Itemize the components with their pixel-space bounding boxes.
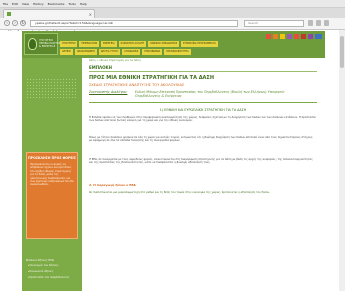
announcement-title: ΠΡΟΣΚΛΗΣΗ ΠΡΟΣ ΦΟΡΕΙΣ — [28, 156, 76, 160]
section-label: ΕΜΠΛΟΚΗ — [89, 65, 113, 70]
nav-item[interactable]: ΧΩΡΙΚΟΣ ΣΧΕΔΙΑΣΜΟΣ — [148, 41, 180, 47]
address-bar[interactable]: ypeka.gr/Default.aspx?tabid=150&language… — [30, 20, 238, 27]
responsible-label[interactable]: Συντονιστής Διαλόγου: — [89, 90, 127, 94]
paragraph: Η Ελλάδα οφείλει εκ των συνθηκών στην πε… — [89, 116, 316, 123]
favicon-icon — [7, 12, 11, 16]
sidebar-list: Οικονομία του δάσους Κοινωνικοί άξονες Π… — [28, 264, 78, 282]
main-content: δάση > εθνική στρατηγική για τα δάση ΕΜΠ… — [85, 58, 322, 291]
logo-text: ΥΠΟΥΡΓΕΙΟ ΠΕΡΙΒΑΛΛΟΝΤΟΣ & ΕΝΕΡΓΕΙΑΣ — [39, 39, 61, 48]
section-heading: 2. Η παραγωγή ξύλου ο ΕΕΔ — [89, 183, 136, 187]
browser-tab[interactable]: ypaa.gr/εθνική στρατηγική για τα δάση × — [3, 9, 95, 31]
social-icon-5[interactable] — [294, 34, 299, 39]
home-icon[interactable] — [324, 20, 329, 26]
nav-item[interactable]: ΥΠΟΥΡΓΕΙΟ — [60, 41, 78, 47]
document-title: 1) ΕΘΝΙΚΗ ΚΑΙ ΕΥΡΩΠΑΪΚΗ ΣΤΡΑΤΗΓΙΚΗ ΓΙΑ Τ… — [159, 108, 247, 112]
sidebar-heading: Βασικοί άξονες ΕΣΔ — [26, 258, 54, 262]
navigation-bar: ‹ › ↻ ypeka.gr/Default.aspx?tabid=150&la… — [0, 18, 345, 30]
social-icon-4[interactable] — [287, 34, 292, 39]
scrollbar-thumb[interactable] — [340, 36, 344, 68]
menu-file[interactable]: File — [3, 2, 8, 6]
breadcrumb[interactable]: δάση > εθνική στρατηγική για τα δάση — [89, 59, 141, 62]
page-subtitle: ΣΧΕΔΙΟ ΣΤΡΑΤΗΓΙΚΗΣ ΑΝΑΠΤΥΞΗΣ ΤΟΥ ΑΚΟΛΟΥΘ… — [89, 83, 185, 87]
menu-bar: File Edit View History Bookmarks Tools H… — [0, 0, 345, 8]
toolbar-icons — [308, 20, 329, 26]
nav-item[interactable]: ΕΝΕΡΓΕΙΑ — [101, 41, 117, 47]
download-icon[interactable] — [316, 20, 321, 26]
emblem-icon — [28, 38, 37, 50]
scrollbar[interactable] — [339, 30, 345, 291]
search-input[interactable]: Search — [244, 20, 304, 27]
nav-item[interactable]: ΔΕΛΤΙΑ ΤΥΠΟΥ — [98, 49, 121, 55]
site-logo[interactable]: ΥΠΟΥΡΓΕΙΟ ΠΕΡΙΒΑΛΛΟΝΤΟΣ & ΕΝΕΡΓΕΙΑΣ — [24, 33, 61, 55]
menu-history[interactable]: History — [33, 2, 44, 6]
nav-item[interactable]: ΑΡΧΕΙΟ — [60, 49, 73, 55]
header-icons — [266, 34, 313, 39]
social-icon-6[interactable] — [301, 34, 306, 39]
forward-icon[interactable]: › — [12, 20, 18, 26]
menu-bookmarks[interactable]: Bookmarks — [48, 2, 65, 6]
menu-help[interactable]: Help — [80, 2, 87, 6]
nav-item[interactable]: ΠΕΡΙΒΑΛΛΟΝ — [79, 41, 100, 47]
divider — [89, 102, 317, 103]
website: ΥΠΟΥΡΓΕΙΟ ΠΕΡΙΒΑΛΛΟΝΤΟΣ & ΕΝΕΡΓΕΙΑΣ ΥΠΟΥ… — [22, 31, 325, 291]
close-tab-icon[interactable]: × — [89, 12, 92, 17]
site-header: ΥΠΟΥΡΓΕΙΟ ΠΕΡΙΒΑΛΛΟΝΤΟΣ & ΕΝΕΡΓΕΙΑΣ ΥΠΟΥ… — [22, 31, 325, 58]
reload-icon[interactable]: ↻ — [20, 20, 26, 26]
main-nav: ΥΠΟΥΡΓΕΙΟ ΠΕΡΙΒΑΛΛΟΝ ΕΝΕΡΓΕΙΑ ΚΛΙΜΑΤΙΚΗ … — [60, 41, 322, 47]
back-icon[interactable]: ‹ — [4, 20, 10, 26]
nav-item[interactable]: ΕΠΙΚΟΙΝΩΝΙΑ — [142, 49, 163, 55]
nav-item[interactable]: ΠΡΟΣΒΑΣΙΜΟΤΗΤΑ — [164, 49, 191, 55]
paragraph: Η ΕΕΔ, σε συνεργασία με τους αρμόδιους φ… — [89, 158, 313, 165]
nav-item[interactable]: ΑΠΟΦΑΣΕΙΣ — [122, 49, 141, 55]
social-icon-7[interactable] — [308, 34, 313, 39]
nav-item[interactable]: ΚΛΙΜΑΤΙΚΗ ΑΛΛΑΓΗ — [118, 41, 147, 47]
announcement-text: Προσκαλούνται οι φορείς να υποβάλουν σχό… — [30, 163, 74, 187]
responsible-text: Ειδική Μόνιμη Επιτροπή Προστασίας του Πε… — [135, 90, 285, 99]
language-button[interactable] — [315, 34, 322, 39]
social-icon-1[interactable] — [266, 34, 271, 39]
paragraph: Ως διαπιστώνεται μια μικροσυμμετοχή στο … — [89, 191, 270, 194]
nav-item[interactable]: ΑΝΑΚΟΙΝΩΣΕΙΣ — [74, 49, 97, 55]
menu-edit[interactable]: Edit — [12, 2, 18, 6]
menu-tools[interactable]: Tools — [68, 2, 75, 6]
nav-item[interactable]: ΕΥΡΩΠΑΪΚΑ ΠΡΟΓΡΑΜΜΑΤΑ — [181, 41, 218, 47]
sidebar-item[interactable]: Προστασία του περιβάλλοντος — [28, 276, 78, 279]
page-title: ΠΡΟΣ ΜΙΑ ΕΘΝΙΚΗ ΣΤΡΑΤΗΓΙΚΗ ΓΙΑ ΤΑ ΔΑΣΗ — [89, 75, 215, 81]
sidebar-item[interactable]: Κοινωνικοί άξονες — [28, 270, 78, 273]
menu-view[interactable]: View — [22, 2, 29, 6]
secondary-nav: ΑΡΧΕΙΟ ΑΝΑΚΟΙΝΩΣΕΙΣ ΔΕΛΤΙΑ ΤΥΠΟΥ ΑΠΟΦΑΣΕ… — [60, 49, 322, 55]
announcement-box[interactable]: ΠΡΟΣΚΛΗΣΗ ΠΡΟΣ ΦΟΡΕΙΣ Προσκαλούνται οι φ… — [26, 152, 78, 239]
tab-bar: ypaa.gr/εθνική στρατηγική για τα δάση × — [0, 8, 345, 31]
bookmark-icon[interactable] — [308, 20, 313, 26]
sidebar-decoration — [26, 78, 78, 98]
left-sidebar: ΠΡΟΣΚΛΗΣΗ ΠΡΟΣ ΦΟΡΕΙΣ Προσκαλούνται οι φ… — [22, 58, 82, 291]
paragraph: Όπως με τέτοιο συνέπεια ορισμού σε όλη τ… — [89, 136, 314, 143]
sidebar-item[interactable]: Οικονομία του δάσους — [28, 264, 78, 267]
divider — [89, 71, 317, 72]
social-icon-3[interactable] — [280, 34, 285, 39]
social-icon-2[interactable] — [273, 34, 278, 39]
